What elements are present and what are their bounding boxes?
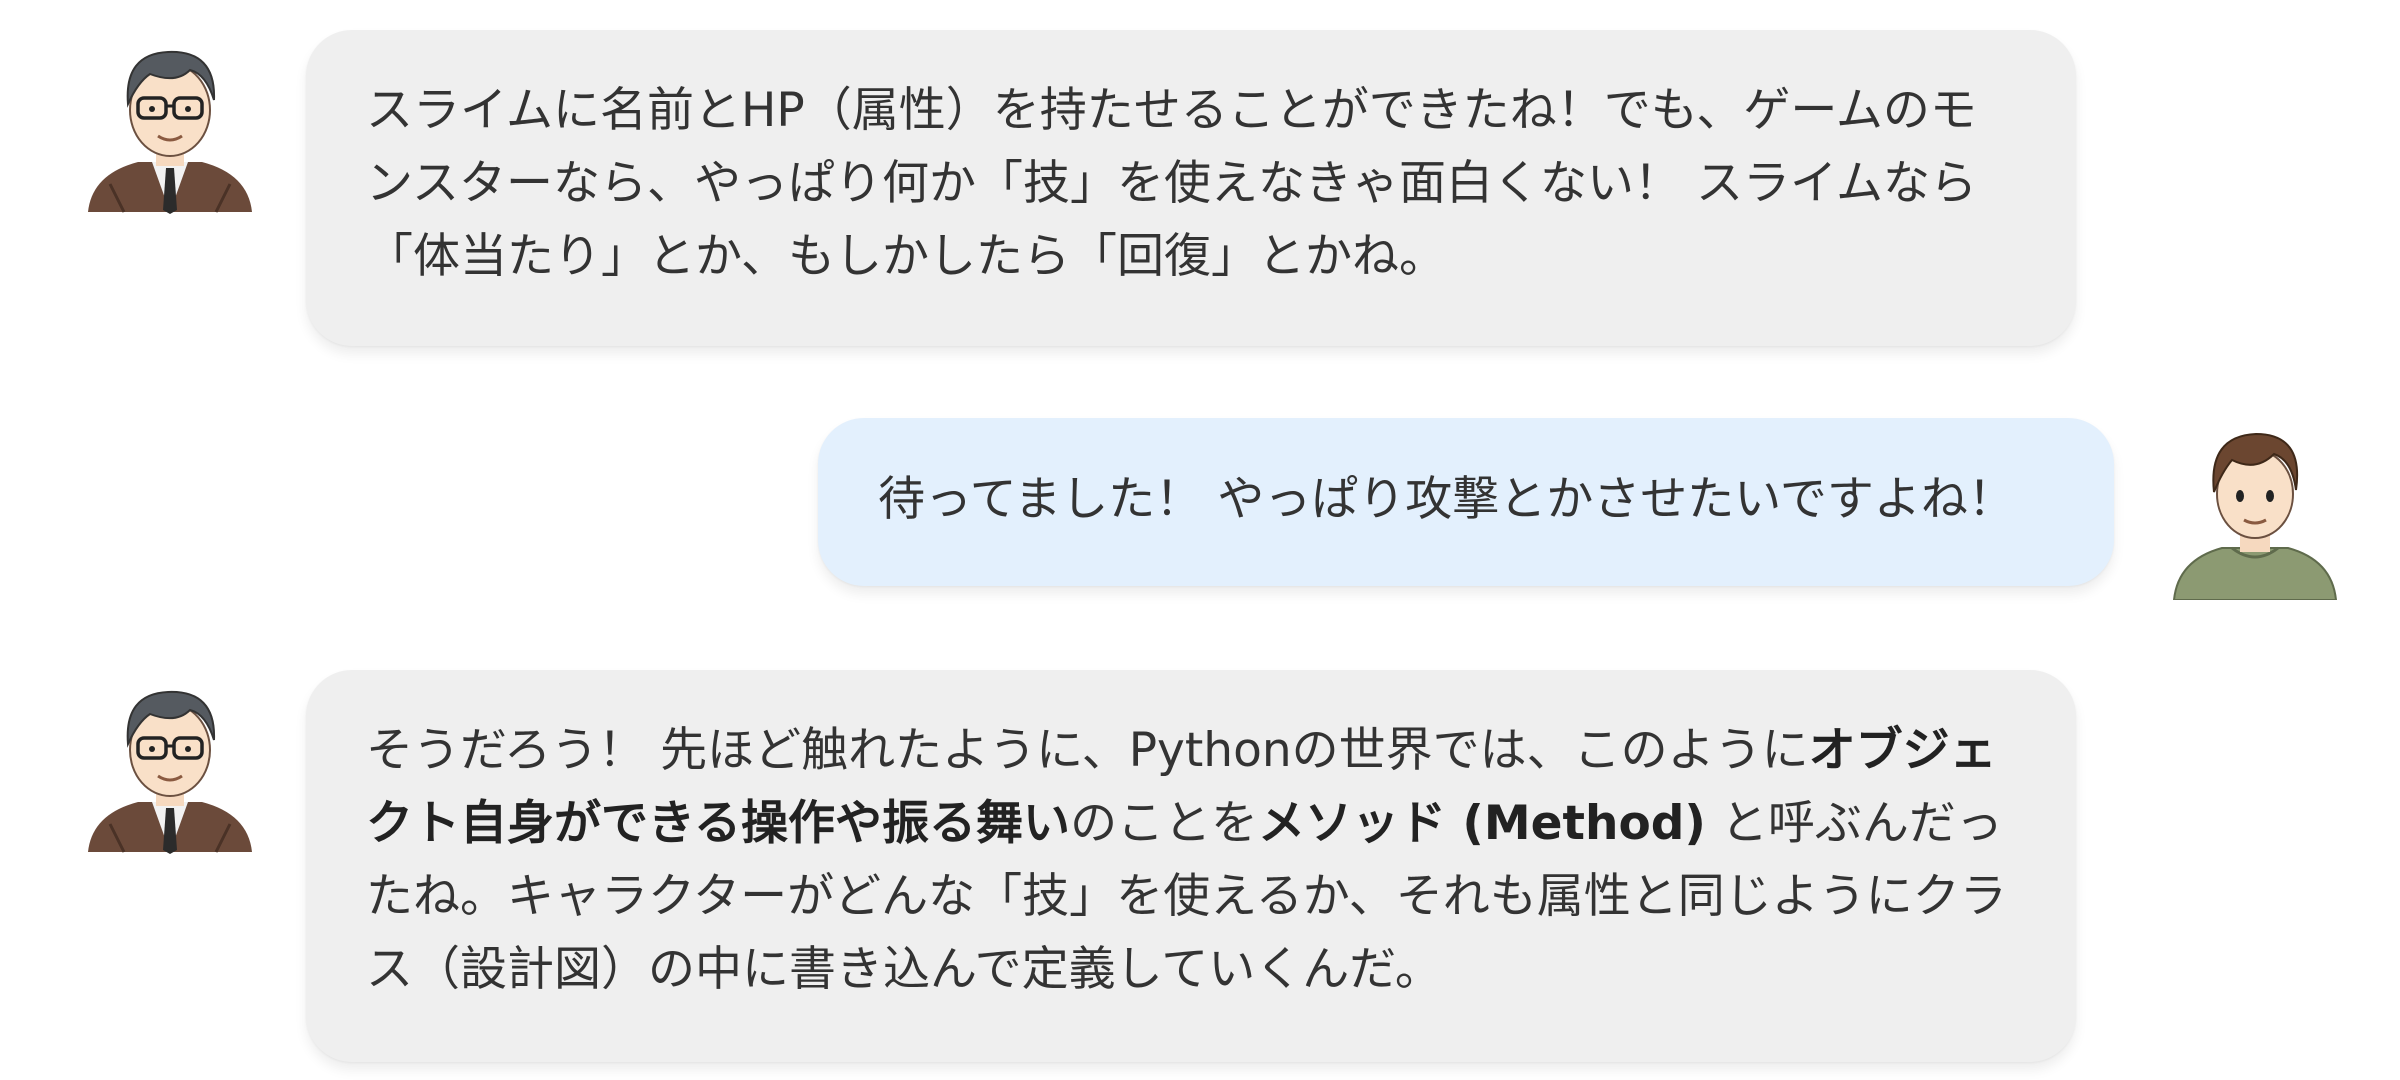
message-text: スライムに名前とHP（属性）を持たせることができたね！でも、ゲームのモンスターな… [366, 83, 1978, 284]
student-avatar-icon [2172, 432, 2338, 600]
text-segment: のことを [1070, 796, 1259, 851]
teacher-avatar-icon [88, 690, 252, 854]
message-text: そうだろう！ 先ほど触れたように、Pythonの世界では、このようにオブジェクト… [366, 714, 2016, 1006]
message-bubble: そうだろう！ 先ほど触れたように、Pythonの世界では、このようにオブジェクト… [306, 670, 2076, 1062]
teacher-avatar-icon [88, 50, 252, 214]
bold-term: メソッド (Method) [1258, 796, 1706, 851]
message-bubble: スライムに名前とHP（属性）を持たせることができたね！でも、ゲームのモンスターな… [306, 30, 2076, 346]
message-text: 待ってました！ やっぱり攻撃とかさせたいですよね！ [878, 472, 2015, 527]
text-segment: そうだろう！ 先ほど触れたように、Pythonの世界では、このように [366, 723, 1809, 778]
message-bubble: 待ってました！ やっぱり攻撃とかさせたいですよね！ [818, 418, 2114, 586]
